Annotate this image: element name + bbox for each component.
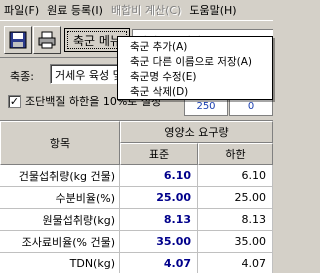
lower-value[interactable]: 25.00	[198, 187, 273, 209]
standard-value[interactable]: 8.13	[120, 209, 198, 231]
value-box-2: 0	[229, 98, 273, 116]
save-icon	[9, 31, 27, 49]
requirement-header: 영양소 요구량	[120, 121, 273, 143]
menu-item-save-as[interactable]: 축군 다른 이름으로 저장(A)	[118, 54, 272, 69]
menu-item-delete[interactable]: 축군 삭제(D)	[118, 84, 272, 99]
lower-value[interactable]: 35.00	[198, 231, 273, 253]
menu-file[interactable]: 파일(F)	[4, 2, 39, 18]
menu-item-add-group[interactable]: 축군 추가(A)	[118, 39, 272, 54]
menu-ration-calc[interactable]: 배합비 계산(C)	[111, 2, 181, 18]
print-icon	[38, 31, 56, 49]
nutrient-table: 항목 영양소 요구량 표준 하한 건물섭취량(kg 건물) 6.10 6.10 …	[0, 120, 273, 273]
protein-lower-checkbox[interactable]: ✓	[8, 94, 21, 108]
lower-value[interactable]: 6.10	[198, 165, 273, 187]
row-label: TDN(kg)	[0, 253, 120, 273]
standard-value[interactable]: 4.07	[120, 253, 198, 273]
item-header: 항목	[0, 121, 120, 165]
row-label: 원물섭취량(kg)	[0, 209, 120, 231]
group-popup-menu: 축군 추가(A) 축군 다른 이름으로 저장(A) 축군명 수정(E) 축군 삭…	[117, 36, 273, 100]
save-button[interactable]	[4, 26, 32, 54]
menu-ingredient-register[interactable]: 원료 등록(I)	[47, 2, 103, 18]
standard-value[interactable]: 25.00	[120, 187, 198, 209]
lower-value[interactable]: 4.07	[198, 253, 273, 273]
standard-header: 표준	[120, 143, 198, 165]
group-label: 축종:	[10, 70, 34, 83]
value-box: 250	[184, 98, 228, 116]
standard-value[interactable]: 35.00	[120, 231, 198, 253]
lower-value[interactable]: 8.13	[198, 209, 273, 231]
row-label: 수분비율(%)	[0, 187, 120, 209]
standard-value[interactable]: 6.10	[120, 165, 198, 187]
menu-item-rename[interactable]: 축군명 수정(E)	[118, 69, 272, 84]
menu-help[interactable]: 도움말(H)	[189, 2, 236, 18]
print-button[interactable]	[33, 26, 61, 54]
lower-header: 하한	[198, 143, 273, 165]
menu-bar: 파일(F) 원료 등록(I) 배합비 계산(C) 도움말(H)	[0, 0, 273, 20]
row-label: 건물섭취량(kg 건물)	[0, 165, 120, 187]
row-label: 조사료비율(% 건물)	[0, 231, 120, 253]
